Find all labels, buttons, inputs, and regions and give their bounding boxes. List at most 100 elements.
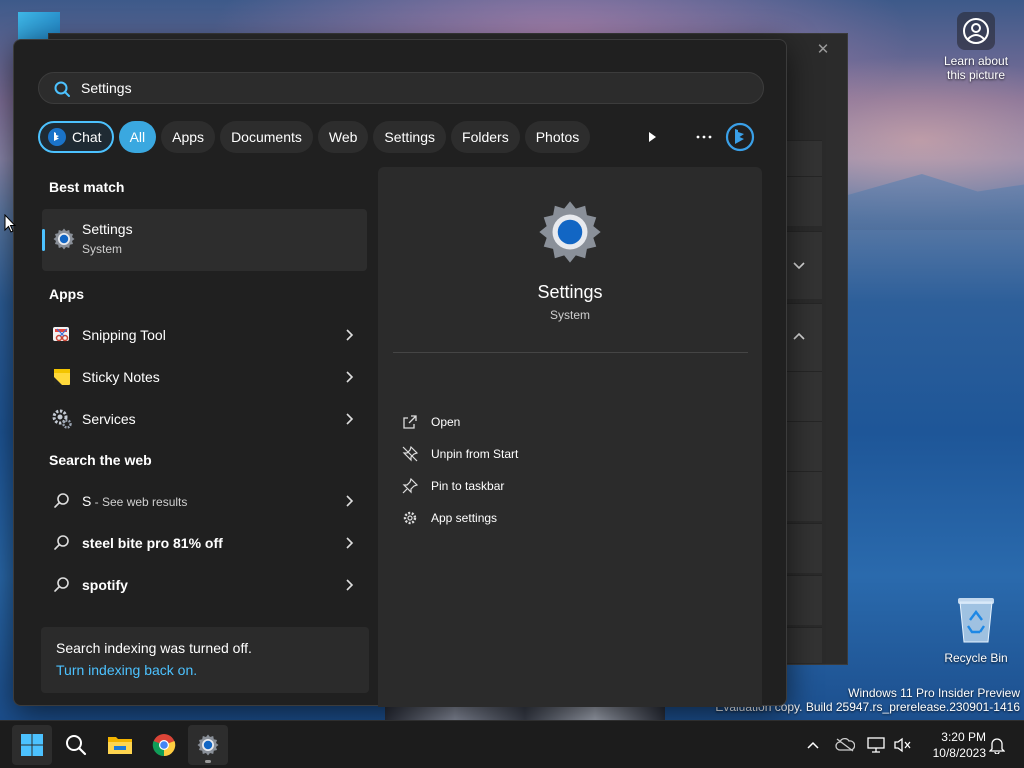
open-external-icon	[403, 415, 417, 429]
more-filters-button[interactable]	[636, 121, 668, 153]
filter-settings[interactable]: Settings	[373, 121, 447, 153]
volume-muted-icon	[894, 737, 911, 753]
filter-all[interactable]: All	[118, 121, 157, 153]
start-button[interactable]	[12, 725, 52, 765]
search-icon	[66, 735, 87, 756]
app-label: Snipping Tool	[82, 327, 166, 343]
filter-settings-label: Settings	[384, 129, 436, 145]
onedrive-button[interactable]	[835, 735, 855, 755]
network-button[interactable]	[866, 735, 886, 755]
chevron-right-icon[interactable]	[341, 327, 357, 343]
action-open[interactable]: Open	[402, 408, 732, 436]
taskbar-clock[interactable]: 3:20 PM 10/8/2023	[916, 729, 986, 761]
play-icon	[649, 132, 656, 142]
bing-chat-icon	[48, 128, 66, 146]
taskbar: 3:20 PM 10/8/2023	[0, 720, 1024, 768]
search-web-heading: Search the web	[49, 452, 152, 468]
best-match-subtitle: System	[82, 242, 123, 256]
web-result-label: steel bite pro 81% off	[82, 535, 223, 551]
close-icon[interactable]: ✕	[813, 40, 833, 60]
action-app-settings[interactable]: App settings	[402, 504, 732, 532]
filter-folders-label: Folders	[462, 129, 509, 145]
recycle-bin-icon	[958, 598, 994, 643]
learn-about-picture-shortcut[interactable]: Learn about this picture	[938, 12, 1014, 82]
filter-folders[interactable]: Folders	[451, 121, 520, 153]
action-label: Pin to taskbar	[431, 479, 505, 493]
search-input[interactable]	[81, 77, 741, 99]
web-suffix: - See web results	[91, 495, 188, 509]
settings-gear-icon	[539, 201, 601, 263]
chevron-up-icon[interactable]	[790, 328, 808, 346]
more-icon	[696, 135, 712, 139]
filter-apps[interactable]: Apps	[161, 121, 216, 153]
bing-icon	[725, 122, 755, 152]
best-match-settings[interactable]: Settings System	[42, 209, 367, 271]
taskbar-chrome[interactable]	[144, 725, 184, 765]
filter-web-label: Web	[328, 129, 358, 145]
turn-indexing-on-link[interactable]: Turn indexing back on.	[56, 662, 197, 678]
app-sticky-notes[interactable]: Sticky Notes	[42, 357, 367, 397]
app-snipping-tool[interactable]: Snipping Tool	[42, 315, 367, 355]
volume-button[interactable]	[892, 735, 912, 755]
best-match-heading: Best match	[49, 179, 125, 195]
services-gears-icon	[52, 409, 72, 429]
show-hidden-icons-button[interactable]	[803, 735, 823, 755]
web-result-label: S - See web results	[82, 493, 187, 509]
snipping-tool-icon	[53, 327, 69, 342]
unpin-icon	[402, 446, 418, 462]
indexing-notice-text: Search indexing was turned off.	[56, 640, 252, 656]
network-icon	[867, 737, 885, 753]
chevron-right-icon[interactable]	[341, 493, 357, 509]
clock-time: 3:20 PM	[941, 730, 986, 744]
search-icon	[54, 535, 69, 550]
indexing-notice: Search indexing was turned off. Turn ind…	[41, 627, 369, 693]
web-result-s[interactable]: S - See web results	[42, 481, 367, 521]
filter-documents[interactable]: Documents	[220, 121, 313, 153]
options-button[interactable]	[688, 121, 720, 153]
bing-button[interactable]	[724, 121, 756, 153]
action-unpin-start[interactable]: Unpin from Start	[402, 440, 732, 468]
detail-pane: Settings System Open Unpin from Start Pi…	[378, 167, 762, 707]
action-pin-taskbar[interactable]: Pin to taskbar	[402, 472, 732, 500]
taskbar-settings[interactable]	[188, 725, 228, 765]
chevron-down-icon[interactable]	[790, 256, 808, 274]
app-label: Services	[82, 411, 136, 427]
chevron-right-icon[interactable]	[341, 369, 357, 385]
filter-photos[interactable]: Photos	[524, 121, 591, 153]
apps-heading: Apps	[49, 286, 84, 302]
taskbar-file-explorer[interactable]	[100, 725, 140, 765]
recycle-bin-label: Recycle Bin	[944, 651, 1008, 665]
clock-date: 10/8/2023	[932, 746, 986, 760]
best-match-name: Settings	[82, 221, 133, 237]
learn-icon-label: Learn about this picture	[943, 54, 1009, 82]
search-panel: Chat All Apps Documents Web Settings Fol…	[13, 39, 787, 707]
mouse-cursor-icon	[4, 214, 16, 233]
app-label: Sticky Notes	[82, 369, 160, 385]
chevron-right-icon[interactable]	[341, 535, 357, 551]
filter-web[interactable]: Web	[317, 121, 369, 153]
bell-icon	[989, 738, 1005, 754]
filter-all-label: All	[129, 129, 146, 145]
notifications-button[interactable]	[987, 735, 1007, 755]
detail-app-kind: System	[549, 308, 590, 322]
action-label: App settings	[431, 511, 498, 525]
camera-info-icon	[957, 12, 995, 50]
running-indicator	[205, 760, 211, 763]
filter-chat[interactable]: Chat	[38, 121, 114, 153]
wallpaper-rocks	[385, 705, 665, 721]
settings-gear-icon	[53, 228, 75, 250]
chrome-icon	[152, 734, 176, 757]
windows-logo-icon	[21, 734, 43, 756]
web-result-steel-bite[interactable]: steel bite pro 81% off	[42, 523, 367, 563]
search-icon	[54, 493, 69, 508]
taskbar-search-button[interactable]	[56, 725, 96, 765]
chevron-right-icon[interactable]	[341, 577, 357, 593]
web-result-spotify[interactable]: spotify	[42, 565, 367, 605]
recycle-bin-shortcut[interactable]: Recycle Bin	[940, 596, 1012, 665]
search-box[interactable]	[38, 72, 764, 104]
chevron-right-icon[interactable]	[341, 411, 357, 427]
search-icon	[54, 81, 70, 97]
filter-photos-label: Photos	[535, 129, 580, 145]
detail-divider	[393, 352, 748, 353]
app-services[interactable]: Services	[42, 399, 367, 439]
